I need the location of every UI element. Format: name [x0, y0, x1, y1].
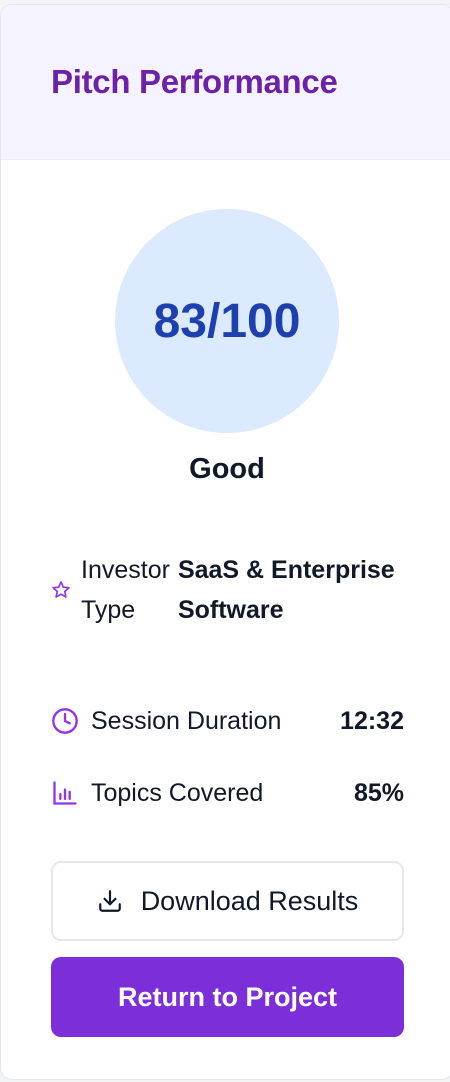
download-results-label: Download Results [140, 885, 359, 916]
topics-covered-value: 85% [353, 778, 404, 807]
stat-investor-type: Investor Type SaaS & Enterprise Software [51, 550, 404, 630]
investor-type-label: Investor Type [81, 556, 170, 624]
clock-icon [51, 707, 79, 735]
score-rating: Good [189, 453, 265, 485]
investor-type-value: SaaS & Enterprise Software [177, 556, 395, 624]
bar-chart-icon [51, 779, 79, 807]
pitch-performance-card: Pitch Performance 83/100 Good Investor T… [0, 4, 450, 1080]
score-circle: 83/100 [115, 209, 339, 433]
download-results-button[interactable]: Download Results [51, 861, 404, 941]
stat-topics-covered: Topics Covered 85% [51, 775, 404, 811]
stat-session-duration: Session Duration 12:32 [51, 703, 404, 739]
session-duration-label: Session Duration [91, 706, 282, 735]
return-to-project-label: Return to Project [117, 981, 338, 1012]
score-value: 83/100 [153, 294, 301, 348]
session-duration-value: 12:32 [340, 706, 404, 735]
card-title: Pitch Performance [51, 63, 338, 100]
download-icon [97, 888, 123, 914]
card-header: Pitch Performance [1, 5, 450, 160]
return-to-project-button[interactable]: Return to Project [51, 957, 404, 1037]
topics-covered-label: Topics Covered [91, 778, 264, 807]
star-icon [51, 580, 71, 600]
